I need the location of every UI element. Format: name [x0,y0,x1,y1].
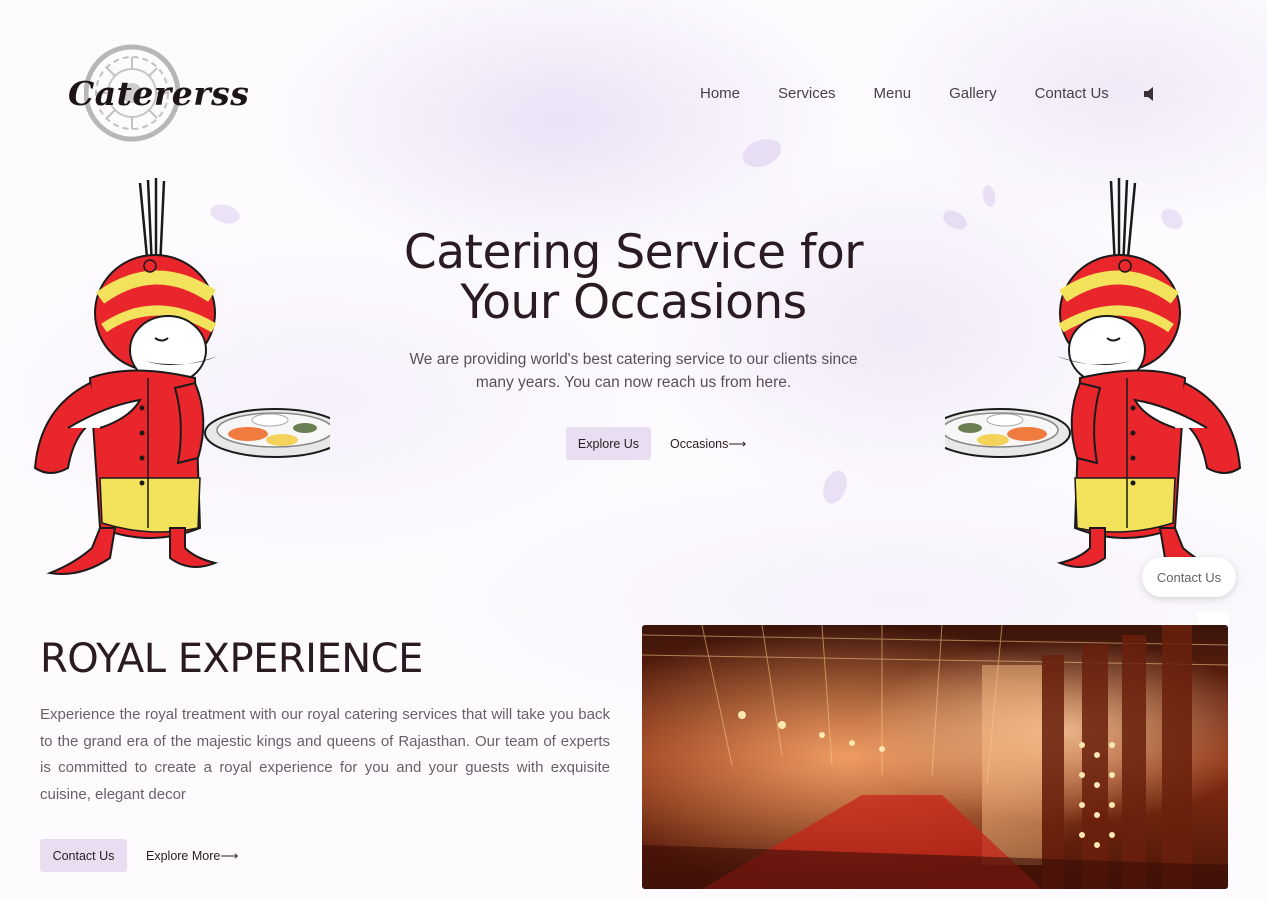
hero-subtitle-line2: many years. You can now reach us from he… [475,374,792,391]
hero-subtitle: We are providing world's best catering s… [380,348,887,394]
nav-services[interactable]: Services [778,85,836,102]
maharaja-mascot-left [33,178,330,575]
hero-title-line2: Your Occasions [460,275,807,330]
royal-section-title: ROYAL EXPERIENCE [40,636,423,682]
main-nav: Home Services Menu Gallery Contact Us [700,84,1157,102]
royal-section-text: Experience the royal treatment with our … [40,706,610,803]
petal-decoration [818,467,852,507]
royal-contact-button[interactable]: Contact Us [40,839,127,872]
explore-more-link[interactable]: Explore More⟶ [146,848,238,863]
page: Catererss Home Services Menu Gallery Con… [0,0,1267,901]
floating-contact-button[interactable]: Contact Us [1142,557,1236,597]
occasions-link[interactable]: Occasions⟶ [670,436,746,451]
hero-subtitle-line1: We are providing world's best catering s… [409,351,858,368]
nav-contact-us[interactable]: Contact Us [1035,85,1109,102]
speaker-icon[interactable] [1143,86,1157,102]
brand-logo[interactable]: Catererss [62,42,249,144]
nav-home[interactable]: Home [700,85,740,102]
maharaja-mascot-right [945,178,1242,575]
nav-gallery[interactable]: Gallery [949,85,997,102]
nav-menu[interactable]: Menu [874,85,912,102]
hero-title-line1: Catering Service for [403,225,864,280]
explore-us-button[interactable]: Explore Us [566,427,651,460]
petal-decoration [738,133,786,173]
venue-photo [642,625,1228,889]
hero-title: Catering Service for Your Occasions [330,228,937,328]
brand-name: Catererss [68,74,250,113]
